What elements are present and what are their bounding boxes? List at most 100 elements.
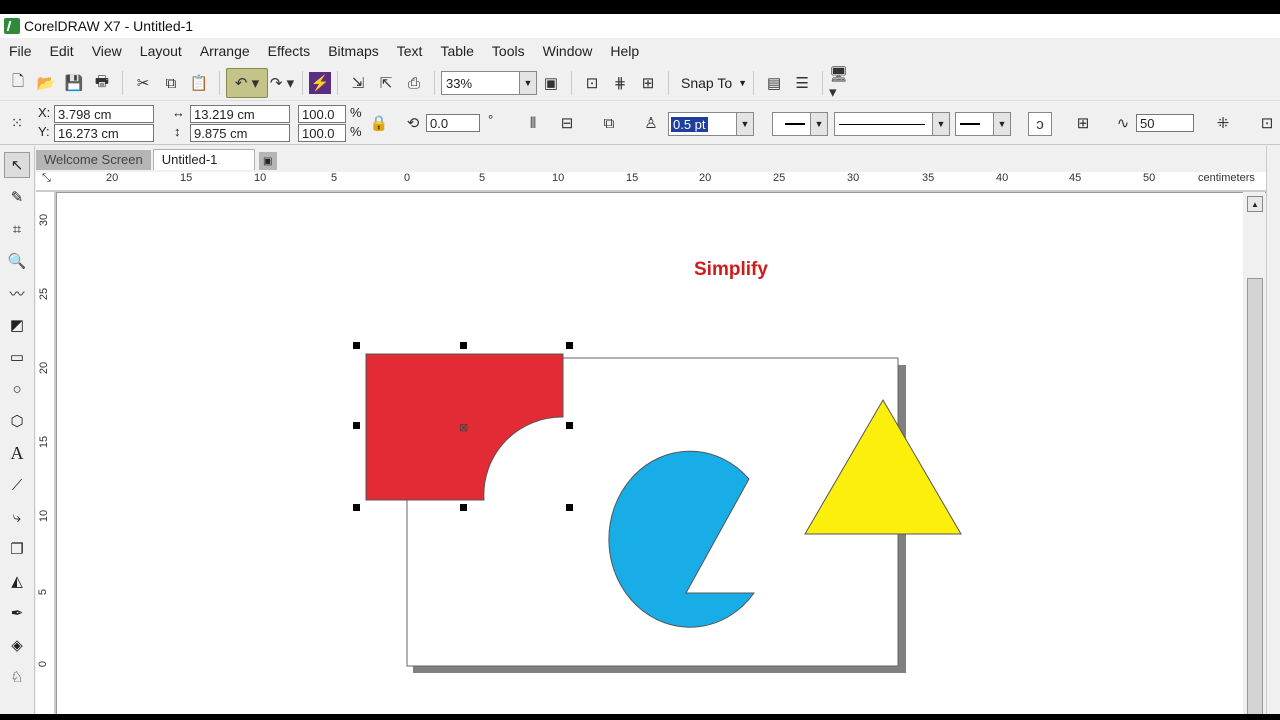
undo-button[interactable]: ↶ ▾ [226, 68, 268, 98]
rotation-angle-field[interactable]: 0.0 [426, 114, 480, 132]
ellipse-tool-icon[interactable]: ○ [4, 376, 30, 402]
outline-width-value: 0.5 pt [671, 116, 708, 132]
full-screen-preview-icon[interactable]: ▣ [537, 69, 565, 97]
print-icon[interactable]: 🖶 [88, 69, 116, 97]
mirror-horizontal-icon[interactable]: ⫴ [522, 112, 544, 134]
selection-handle[interactable] [460, 342, 467, 349]
vertical-scrollbar[interactable]: ▲ [1243, 192, 1265, 714]
selection-handle[interactable] [566, 504, 573, 511]
h-tick-label: 30 [847, 172, 860, 184]
line-style-select[interactable]: ▼ [834, 112, 950, 136]
x-position-field[interactable]: 3.798 cm [54, 105, 154, 123]
document-tabs: Welcome Screen Untitled-1 ▣ [36, 146, 277, 170]
convert-to-curves-icon[interactable]: ⧉ [598, 112, 620, 134]
selection-handle[interactable] [460, 504, 467, 511]
reduce-nodes-icon[interactable]: ⁜ [1212, 112, 1234, 134]
height-icon: ↕ [174, 124, 181, 139]
separator [753, 71, 755, 95]
height-field[interactable]: 9.875 cm [190, 124, 290, 142]
crop-tool-icon[interactable]: ⌗ [4, 216, 30, 242]
scroll-up-icon[interactable]: ▲ [1247, 196, 1263, 212]
transparency-tool-icon[interactable]: ◭ [4, 568, 30, 594]
scrollbar-thumb[interactable] [1247, 278, 1263, 714]
zoom-tool-icon[interactable]: 🔍 [4, 248, 30, 274]
search-content-icon[interactable]: ⚡ [309, 72, 331, 94]
cut-icon[interactable]: ✂ [129, 69, 157, 97]
dimension-tool-icon[interactable]: ⟋ [4, 472, 30, 498]
zoom-level-select[interactable]: 33% ▼ [441, 71, 537, 95]
drop-shadow-tool-icon[interactable]: ❐ [4, 536, 30, 562]
scale-x-field[interactable]: 100.0 [298, 105, 346, 123]
interactive-fill-icon[interactable]: ◈ [4, 632, 30, 658]
menu-table[interactable]: Table [431, 38, 482, 64]
application-launcher-icon[interactable]: 🖥 ▾ [829, 66, 857, 101]
paste-icon[interactable]: 📋 [185, 69, 213, 97]
menu-edit[interactable]: Edit [41, 38, 83, 64]
chevron-down-icon: ▼ [519, 72, 536, 94]
selection-handle[interactable] [566, 422, 573, 429]
menu-tools[interactable]: Tools [483, 38, 534, 64]
rectangle-tool-icon[interactable]: ▭ [4, 344, 30, 370]
publish-pdf-icon[interactable]: ⎙ [400, 69, 428, 97]
chevron-down-icon: ▼ [932, 113, 949, 135]
new-document-icon[interactable]: 🗋 [4, 69, 32, 97]
show-grid-icon[interactable]: ⋕ [606, 69, 634, 97]
smart-drawing-icon[interactable]: ♘ [4, 664, 30, 690]
menu-help[interactable]: Help [601, 38, 648, 64]
save-icon[interactable]: 💾 [60, 69, 88, 97]
selection-handle[interactable] [353, 504, 360, 511]
mirror-vertical-icon[interactable]: ⊟ [556, 112, 578, 134]
scale-y-field[interactable]: 100.0 [298, 124, 346, 142]
redo-button[interactable]: ↷ ▾ [268, 69, 296, 97]
snap-to-dropdown[interactable]: Snap To ▼ [681, 75, 747, 91]
menu-arrange[interactable]: Arrange [191, 38, 259, 64]
smoothing-field[interactable]: 50 [1136, 114, 1194, 132]
width-field[interactable]: 13.219 cm [190, 105, 290, 123]
freehand-tool-icon[interactable]: 〰 [4, 280, 30, 306]
selection-handle[interactable] [566, 342, 573, 349]
selection-handle[interactable] [353, 342, 360, 349]
pick-tool-icon[interactable]: ↖ [4, 152, 30, 178]
show-guidelines-icon[interactable]: ⊞ [634, 69, 662, 97]
menu-text[interactable]: Text [388, 38, 432, 64]
shape-tool-icon[interactable]: ✎ [4, 184, 30, 210]
y-position-field[interactable]: 16.273 cm [54, 124, 154, 142]
copy-icon[interactable]: ⧉ [157, 69, 185, 97]
menu-bitmaps[interactable]: Bitmaps [319, 38, 388, 64]
degree-label: ° [488, 112, 494, 127]
open-icon[interactable]: 📂 [32, 69, 60, 97]
menu-effects[interactable]: Effects [259, 38, 320, 64]
menu-layout[interactable]: Layout [131, 38, 191, 64]
close-curve-icon[interactable]: ↄ [1028, 112, 1052, 136]
polygon-tool-icon[interactable]: ⬡ [4, 408, 30, 434]
text-wrap-icon[interactable]: ⊞ [1072, 112, 1094, 134]
menu-view[interactable]: View [83, 38, 131, 64]
menu-file[interactable]: File [0, 38, 41, 64]
outline-width-select[interactable]: 0.5 pt ▼ [668, 112, 754, 136]
toolbox: ↖ ✎ ⌗ 🔍 〰 ◩ ▭ ○ ⬡ A ⟋ ⤷ ❐ ◭ ✒ ◈ ♘ [0, 146, 35, 714]
start-arrowhead-select[interactable]: ▼ [772, 112, 828, 136]
selection-handle[interactable] [353, 422, 360, 429]
show-rulers-icon[interactable]: ⊡ [578, 69, 606, 97]
text-tool-icon[interactable]: A [4, 440, 30, 466]
lock-ratio-icon[interactable]: 🔒 [368, 112, 390, 134]
tab-welcome-screen[interactable]: Welcome Screen [36, 150, 151, 170]
menu-window[interactable]: Window [534, 38, 602, 64]
tab-untitled-1[interactable]: Untitled-1 [152, 149, 255, 170]
ruler-origin-icon[interactable]: ⤡ [42, 172, 51, 185]
object-origin-icon[interactable]: ⁙ [6, 112, 28, 134]
import-icon[interactable]: ⇲ [344, 69, 372, 97]
h-tick-label: 5 [331, 172, 338, 184]
overflow-icon[interactable]: ⊡ [1256, 112, 1278, 134]
welcome-screen-icon[interactable]: ▤ [760, 69, 788, 97]
connector-tool-icon[interactable]: ⤷ [4, 504, 30, 530]
separator [434, 71, 435, 95]
drawing-canvas[interactable]: Simplify ⊠ [57, 193, 1243, 714]
export-icon[interactable]: ⇱ [372, 69, 400, 97]
end-arrowhead-select[interactable]: ▼ [955, 112, 1011, 136]
options-icon[interactable]: ☰ [788, 69, 816, 97]
vertical-ruler: 30 25 20 15 10 5 0 [36, 192, 57, 714]
close-tab-icon[interactable]: ▣ [258, 152, 277, 170]
eyedropper-tool-icon[interactable]: ✒ [4, 600, 30, 626]
smart-fill-icon[interactable]: ◩ [4, 312, 30, 338]
